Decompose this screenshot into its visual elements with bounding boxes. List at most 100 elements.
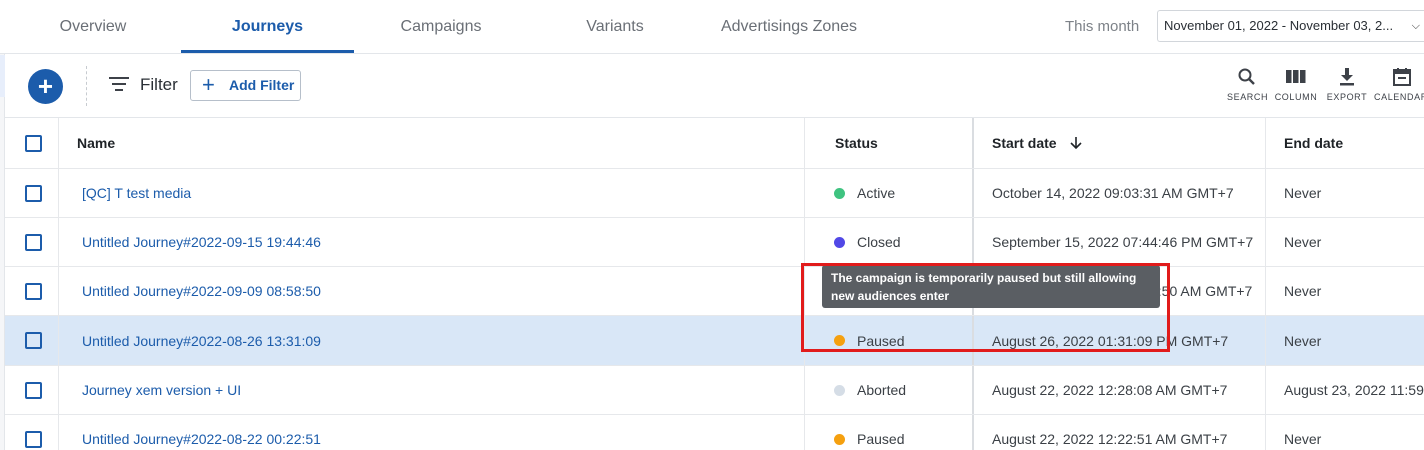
table-row[interactable]: Untitled Journey#2022-09-09 08:58:50 Sep…: [5, 267, 1424, 316]
toolbar: + Filter + Add Filter SEARCH COLUMN EXPO…: [5, 54, 1424, 118]
column-header-start-date[interactable]: Start date: [992, 118, 1252, 168]
status-dot: [834, 433, 845, 445]
column-divider: [804, 316, 805, 365]
row-select-cell: [25, 267, 65, 315]
status-cell: Active: [834, 169, 969, 217]
column-divider: [58, 316, 59, 365]
status-cell[interactable]: Paused: [834, 316, 969, 365]
journey-name-link[interactable]: Untitled Journey#2022-09-09 08:58:50: [82, 267, 782, 315]
row-select-cell: [25, 366, 65, 414]
download-icon: [1340, 68, 1354, 86]
row-checkbox[interactable]: [25, 332, 42, 349]
column-divider: [972, 316, 974, 365]
column-divider: [1265, 316, 1266, 365]
start-date-header-label: Start date: [992, 135, 1057, 151]
end-date-cell: Never: [1284, 332, 1322, 349]
table-row[interactable]: Untitled Journey#2022-09-15 19:44:46 Clo…: [5, 218, 1424, 267]
active-tab-indicator: [181, 50, 354, 53]
end-date-cell: August 23, 2022 11:59:: [1284, 382, 1424, 398]
search-icon: [1238, 68, 1255, 85]
column-divider: [1265, 366, 1266, 414]
row-checkbox[interactable]: [25, 184, 42, 202]
row-select-cell: [25, 169, 65, 217]
column-divider: [58, 366, 59, 414]
tab-campaigns[interactable]: Campaigns: [354, 0, 528, 54]
status-dot: [834, 335, 845, 346]
status-text: Paused: [857, 431, 905, 447]
column-divider: [1265, 267, 1266, 315]
column-divider: [972, 169, 974, 217]
toolbar-divider: [86, 66, 87, 106]
table-header-row: Name Status Start date End date: [5, 118, 1424, 169]
calendar-tool-label: CALENDAR: [1374, 92, 1424, 102]
search-tool[interactable]: SEARCH: [1227, 67, 1268, 107]
add-filter-label: Add Filter: [229, 77, 295, 93]
journey-name-link[interactable]: Untitled Journey#2022-08-22 00:22:51: [82, 415, 782, 450]
date-range-value: November 01, 2022 - November 03, 2...: [1164, 18, 1394, 33]
add-filter-button[interactable]: + Add Filter: [190, 70, 301, 101]
end-date-cell: Never: [1284, 185, 1322, 201]
table-row[interactable]: [QC] T test media Active October 14, 202…: [5, 169, 1424, 218]
filter-label[interactable]: Filter: [140, 75, 178, 95]
journey-name-link[interactable]: Untitled Journey#2022-08-26 13:31:09: [82, 316, 782, 365]
table-row[interactable]: Journey xem version + UI Aborted August …: [5, 366, 1424, 415]
tab-advertisings-zones[interactable]: Advertisings Zones: [702, 0, 876, 54]
start-date-cell: September 15, 2022 07:44:46 PM GMT+7: [992, 234, 1254, 250]
column-divider: [1265, 118, 1266, 168]
column-divider: [1265, 218, 1266, 266]
export-tool[interactable]: EXPORT: [1325, 67, 1369, 107]
column-divider: [804, 366, 805, 414]
row-checkbox[interactable]: [25, 233, 42, 251]
status-text: Paused: [857, 332, 905, 349]
column-divider: [804, 267, 805, 315]
column-divider: [58, 169, 59, 217]
column-tool[interactable]: COLUMN: [1273, 67, 1319, 107]
top-tab-bar: Overview Journeys Campaigns Variants Adv…: [0, 0, 1424, 54]
tab-journeys[interactable]: Journeys: [181, 0, 354, 54]
status-cell: Closed: [834, 218, 969, 266]
table-row[interactable]: Untitled Journey#2022-08-22 00:22:51 Pau…: [5, 415, 1424, 450]
journey-name-link[interactable]: Untitled Journey#2022-09-15 19:44:46: [82, 218, 782, 266]
column-header-status[interactable]: Status: [835, 118, 965, 168]
column-header-name[interactable]: Name: [77, 118, 777, 168]
end-date-cell: Never: [1284, 283, 1322, 299]
row-checkbox[interactable]: [25, 430, 42, 448]
export-tool-label: EXPORT: [1326, 92, 1368, 102]
calendar-tool[interactable]: CALENDAR: [1374, 67, 1424, 107]
start-date-cell: August 26, 2022 01:31:09 PM GMT+7: [992, 332, 1229, 349]
column-divider: [58, 118, 59, 168]
journey-name-link[interactable]: [QC] T test media: [82, 169, 782, 217]
end-date-cell: Never: [1284, 431, 1322, 447]
column-divider: [58, 218, 59, 266]
chevron-down-icon: ⌵: [1411, 20, 1420, 32]
select-all-checkbox[interactable]: [25, 134, 42, 152]
start-date-cell: August 22, 2022 12:28:08 AM GMT+7: [992, 382, 1228, 398]
column-header-end-date[interactable]: End date: [1284, 118, 1424, 168]
row-checkbox[interactable]: [25, 381, 42, 399]
journey-name-link[interactable]: Journey xem version + UI: [82, 366, 782, 414]
tab-overview[interactable]: Overview: [5, 0, 181, 54]
filter-icon[interactable]: [109, 77, 129, 93]
column-divider: [972, 118, 974, 168]
period-label: This month: [1065, 18, 1140, 35]
plus-icon: +: [202, 72, 215, 97]
row-select-cell: [25, 316, 65, 365]
column-divider: [1265, 415, 1266, 450]
start-date-cell: October 14, 2022 09:03:31 AM GMT+7: [992, 185, 1234, 201]
date-range-select[interactable]: November 01, 2022 - November 03, 2... ⌵: [1157, 10, 1424, 42]
table-row[interactable]: Untitled Journey#2022-08-26 13:31:09 Pau…: [5, 316, 1424, 366]
column-divider: [804, 169, 805, 217]
status-text: Aborted: [857, 382, 907, 398]
column-divider: [58, 267, 59, 315]
row-select-cell: [25, 218, 65, 266]
status-text: Active: [857, 185, 896, 201]
status-tooltip: The campaign is temporarily paused but s…: [822, 265, 1160, 308]
start-date-cell: August 22, 2022 12:22:51 AM GMT+7: [992, 431, 1228, 447]
column-tool-label: COLUMN: [1274, 92, 1318, 102]
row-checkbox[interactable]: [25, 282, 42, 300]
column-divider: [1265, 169, 1266, 217]
column-divider: [804, 415, 805, 450]
create-journey-button[interactable]: +: [28, 69, 63, 104]
status-dot: [834, 384, 845, 396]
tab-variants[interactable]: Variants: [528, 0, 702, 54]
